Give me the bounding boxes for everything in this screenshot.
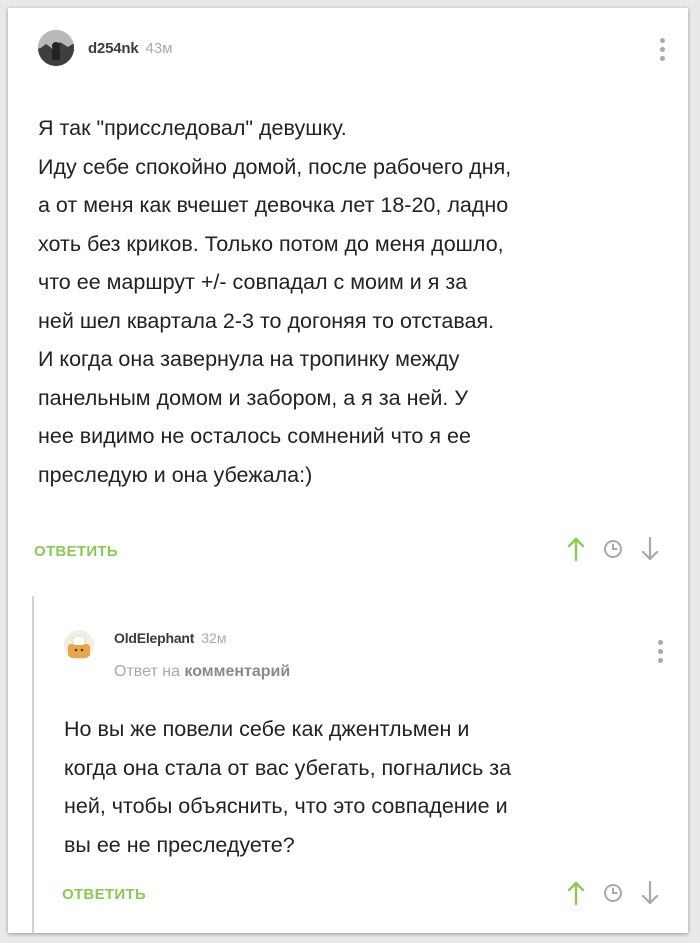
comment-line: Но вы же повели себе как джентльмен и <box>64 717 470 741</box>
comment-line: вы ее не преследуете? <box>64 832 295 857</box>
arrow-down-icon[interactable] <box>640 880 660 906</box>
more-vertical-icon[interactable] <box>658 640 664 667</box>
clock-icon[interactable] <box>602 882 624 904</box>
arrow-up-icon[interactable] <box>566 880 586 906</box>
avatar-image <box>64 630 94 660</box>
reply-to-prefix: Ответ на <box>114 663 180 680</box>
comment-line: хоть без криков. Только потом до меня до… <box>38 231 504 256</box>
more-vertical-icon[interactable] <box>660 38 666 65</box>
comment-line: Иду себе спокойно домой, после рабочего … <box>38 154 512 179</box>
comment-header: d254nk 43м <box>38 30 173 66</box>
comment-actions <box>566 536 660 562</box>
comment-line: И когда она завернула на тропинку между <box>38 347 460 371</box>
arrow-down-icon[interactable] <box>640 536 660 562</box>
comment-line: преследую и она убежала:) <box>38 462 313 487</box>
reply-to: Ответ на комментарий <box>114 663 290 681</box>
comment-line: Я так "присследовал" девушку. <box>38 116 347 140</box>
avatar[interactable] <box>64 630 94 660</box>
comment-time: 43м <box>145 39 173 57</box>
clock-icon[interactable] <box>602 538 624 560</box>
comment-line: панельным домом и забором, а я за ней. У <box>38 385 469 410</box>
reply-button[interactable]: ОТВЕТИТЬ <box>62 886 146 903</box>
reply-comment: OldElephant 32м Ответ на комментарий Но … <box>8 596 688 933</box>
comment-line: что ее маршрут +/- совпадал с моим и я з… <box>38 270 468 294</box>
comment-line: нее видимо не осталось сомнений что я ее <box>38 424 471 448</box>
arrow-up-icon[interactable] <box>566 536 586 562</box>
comment-body: Но вы же повели себе как джентльмен и ко… <box>64 710 511 864</box>
reply-button[interactable]: ОТВЕТИТЬ <box>34 543 118 560</box>
comment-time: 32м <box>201 630 227 646</box>
comment-body: Я так "присследовал" девушку. Иду себе с… <box>38 109 511 494</box>
comment-actions <box>566 880 660 906</box>
comment-line: ней шел квартала 2-3 то догоняя то отста… <box>38 308 495 333</box>
comment-line: когда она стала от вас убегать, погналис… <box>64 755 512 780</box>
avatar[interactable] <box>38 30 74 66</box>
comment-header: OldElephant 32м <box>64 630 226 660</box>
reply-to-link[interactable]: комментарий <box>184 663 290 680</box>
comment: d254nk 43м Я так "присследовал" девушку.… <box>8 8 688 588</box>
avatar-image <box>38 30 74 66</box>
username[interactable]: d254nk <box>88 40 139 57</box>
username[interactable]: OldElephant <box>114 630 194 646</box>
comment-line: ней, чтобы объяснить, что это совпадение… <box>64 794 508 818</box>
comment-line: а от меня как вчешет девочка лет 18-20, … <box>38 193 509 217</box>
comments-card: d254nk 43м Я так "присследовал" девушку.… <box>8 8 688 933</box>
